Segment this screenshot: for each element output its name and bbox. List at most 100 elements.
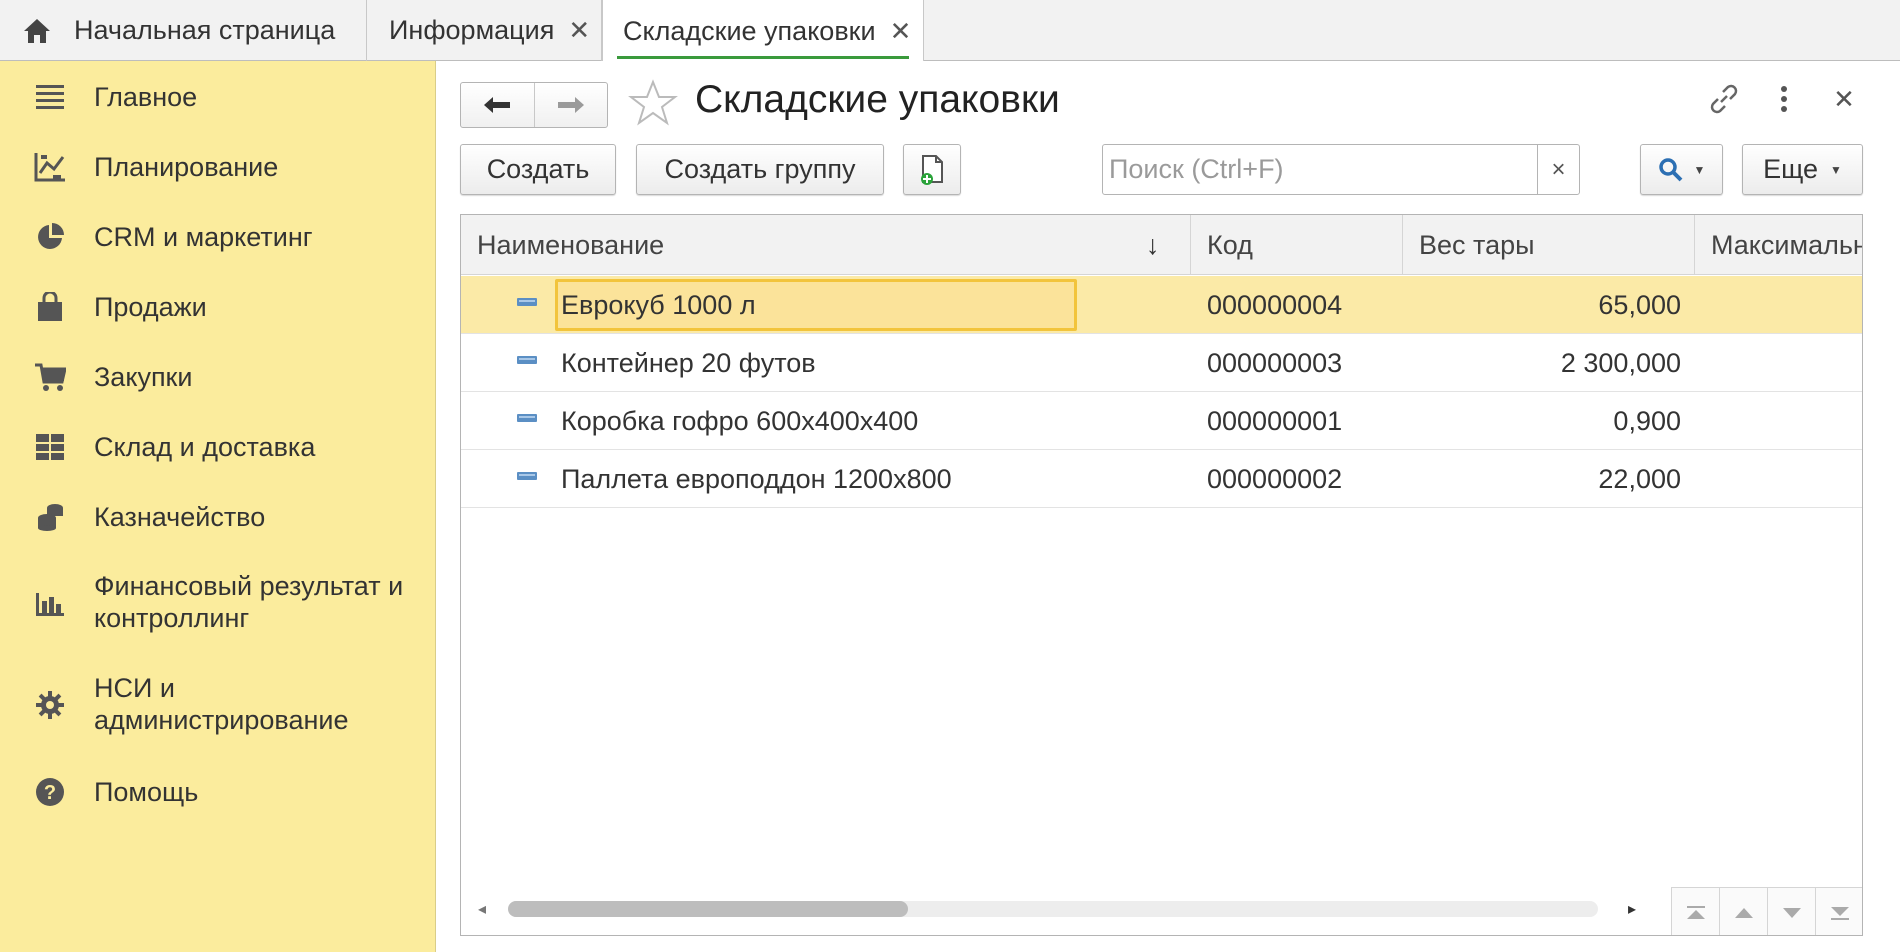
column-header-max[interactable]: Максимальн (1695, 215, 1863, 275)
sidebar-item-label: Закупки (94, 362, 193, 392)
cell-code: 000000002 (1207, 463, 1343, 494)
last-row-icon (1830, 906, 1849, 920)
sidebar-item-warehouse[interactable]: Склад и доставка (0, 423, 436, 471)
table-row[interactable]: Еврокуб 1000 л 000000004 65,000 (461, 276, 1862, 334)
search-input[interactable] (1103, 145, 1537, 194)
sort-desc-icon: ↓ (1146, 229, 1160, 260)
search-options-button[interactable]: ▼ (1640, 144, 1723, 195)
sidebar-item-label: НСИ и администрирование (94, 672, 348, 736)
scroll-right-icon[interactable]: ▸ (1628, 899, 1636, 919)
tab-bar: Начальная страница Информация ✕ Складски… (0, 0, 1900, 62)
arrow-down-icon (1782, 907, 1801, 918)
coins-icon (32, 499, 68, 535)
sidebar-item-label: Продажи (94, 292, 207, 322)
column-header-name[interactable]: Наименование ↓ (461, 215, 1191, 275)
tab-info[interactable]: Информация ✕ (367, 0, 602, 61)
favorite-star-icon[interactable] (628, 79, 678, 127)
cell-code: 000000001 (1207, 405, 1343, 436)
sidebar-item-label: CRM и маркетинг (94, 222, 313, 252)
forward-button[interactable] (533, 83, 608, 127)
column-header-code[interactable]: Код (1191, 215, 1403, 275)
table-header: Наименование ↓ Код Вес тары Максимальн (461, 215, 1863, 275)
cell-code: 000000003 (1207, 347, 1343, 378)
new-document-icon (921, 154, 943, 185)
help-icon: ? (32, 774, 68, 810)
arrow-up-icon (1734, 907, 1753, 918)
package-item-icon (517, 298, 537, 306)
cell-weight: 65,000 (1598, 289, 1681, 320)
packages-table: Наименование ↓ Код Вес тары Максимальн Е… (460, 214, 1863, 936)
go-first-button[interactable] (1672, 887, 1720, 935)
form-area: Складские упаковки ✕ Создать Создать гру… (437, 61, 1900, 952)
sidebar-item-main[interactable]: Главное (0, 73, 436, 121)
package-item-icon (517, 472, 537, 480)
cell-name: Контейнер 20 футов (561, 347, 816, 378)
package-item-icon (517, 356, 537, 364)
page-title: Складские упаковки (695, 78, 1060, 121)
more-vertical-icon[interactable] (1764, 79, 1804, 119)
package-item-icon (517, 414, 537, 422)
close-icon[interactable]: ✕ (568, 15, 590, 46)
tab-home-label: Начальная страница (74, 15, 336, 45)
close-icon[interactable]: ✕ (890, 16, 912, 47)
first-row-icon (1686, 905, 1705, 919)
sidebar-item-planning[interactable]: Планирование (0, 143, 436, 191)
sidebar-item-help[interactable]: ? Помощь (0, 768, 436, 816)
tab-home[interactable]: Начальная страница (0, 0, 367, 61)
sidebar-item-financial-result[interactable]: Финансовый результат и контроллинг (0, 566, 436, 640)
column-header-weight[interactable]: Вес тары (1403, 215, 1695, 275)
arrow-right-icon (557, 97, 584, 113)
table-row[interactable]: Контейнер 20 футов 000000003 2 300,000 (461, 334, 1862, 392)
create-button[interactable]: Создать (460, 144, 616, 195)
cell-name: Паллета европоддон 1200x800 (561, 463, 952, 494)
go-last-button[interactable] (1816, 887, 1862, 935)
sidebar-item-label-line2: администрирование (94, 705, 349, 735)
cart-icon (32, 359, 68, 395)
scroll-thumb[interactable] (508, 901, 908, 917)
tab-warehouse-packages[interactable]: Складские упаковки ✕ (602, 0, 924, 62)
search-icon (1658, 157, 1682, 181)
back-button[interactable] (461, 83, 534, 127)
arrow-left-icon (484, 97, 511, 113)
more-actions-label: Еще (1763, 154, 1819, 184)
more-actions-button[interactable]: Еще ▼ (1742, 144, 1863, 195)
pie-chart-icon (32, 219, 68, 255)
home-icon (20, 14, 54, 48)
column-header-label: Код (1207, 229, 1253, 260)
search-clear-button[interactable]: × (1537, 145, 1579, 194)
close-form-icon[interactable]: ✕ (1824, 79, 1864, 119)
go-down-button[interactable] (1768, 887, 1816, 935)
table-row[interactable]: Паллета европоддон 1200x800 000000002 22… (461, 450, 1862, 508)
column-header-label: Максимальн (1711, 229, 1863, 260)
bar-chart-icon (32, 585, 68, 621)
column-header-label: Наименование (477, 229, 665, 260)
go-up-button[interactable] (1720, 887, 1768, 935)
sidebar-item-label-line1: Финансовый результат и (94, 571, 404, 601)
sidebar-item-label: Казначейство (94, 502, 266, 532)
cell-name: Коробка гофро 600x400x400 (561, 405, 919, 436)
row-navigation (1671, 887, 1862, 935)
sidebar-item-treasury[interactable]: Казначейство (0, 493, 436, 541)
link-icon[interactable] (1704, 79, 1744, 119)
horizontal-scrollbar[interactable]: ◂ ▸ (478, 895, 1640, 919)
sidebar-item-label-line1: НСИ и (94, 673, 175, 703)
sidebar-item-label-line2: контроллинг (94, 603, 250, 633)
sidebar-item-sales[interactable]: Продажи (0, 283, 436, 331)
scroll-left-icon[interactable]: ◂ (478, 899, 486, 919)
chevron-down-icon: ▼ (1830, 162, 1842, 177)
table-row[interactable]: Коробка гофро 600x400x400 000000001 0,90… (461, 392, 1862, 450)
cell-weight: 0,900 (1613, 405, 1681, 436)
shopping-bag-icon (32, 289, 68, 325)
sidebar-item-nsi-admin[interactable]: НСИ и администрирование (0, 668, 436, 742)
warehouse-grid-icon (32, 429, 68, 465)
column-header-label: Вес тары (1419, 229, 1535, 260)
history-nav (460, 82, 608, 128)
cell-weight: 22,000 (1598, 463, 1681, 494)
create-group-button[interactable]: Создать группу (636, 144, 884, 195)
sidebar-item-purchases[interactable]: Закупки (0, 353, 436, 401)
sidebar-item-label: Главное (94, 82, 198, 112)
copy-new-button[interactable] (903, 144, 961, 195)
sidebar-item-crm[interactable]: CRM и маркетинг (0, 213, 436, 261)
sidebar-item-label: Финансовый результат и контроллинг (94, 570, 403, 634)
cell-weight: 2 300,000 (1560, 347, 1681, 378)
